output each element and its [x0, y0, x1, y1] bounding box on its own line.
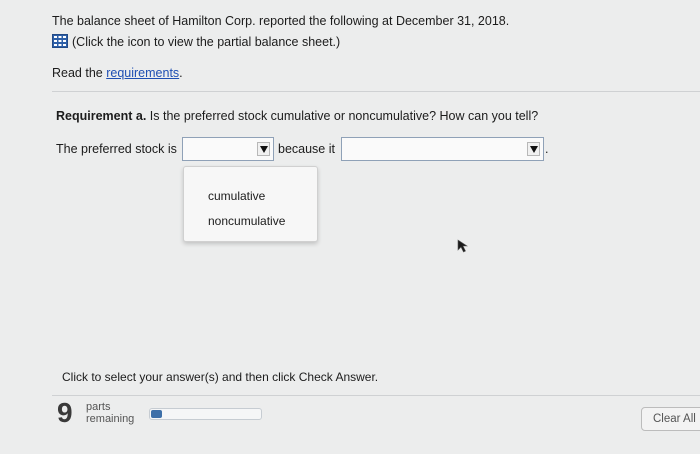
- chevron-down-icon[interactable]: [527, 142, 540, 156]
- read-suffix: .: [179, 66, 183, 80]
- divider: [52, 91, 700, 92]
- problem-intro: The balance sheet of Hamilton Corp. repo…: [52, 11, 509, 53]
- parts-progress-bar: [149, 408, 262, 420]
- read-requirements-line: Read the requirements.: [52, 66, 183, 80]
- stock-type-dropdown-menu: cumulative noncumulative: [183, 166, 318, 242]
- stock-type-select[interactable]: [182, 137, 274, 161]
- answer-end: .: [545, 142, 549, 156]
- clear-all-button[interactable]: Clear All: [641, 407, 700, 431]
- problem-statement: The balance sheet of Hamilton Corp. repo…: [52, 14, 510, 28]
- reason-select[interactable]: [341, 137, 544, 161]
- parts-label-line2: remaining: [86, 413, 135, 425]
- balance-sheet-link-text: (Click the icon to view the partial bala…: [72, 35, 341, 49]
- requirement-question: Requirement a. Is the preferred stock cu…: [56, 109, 538, 123]
- requirements-link[interactable]: requirements: [106, 66, 179, 80]
- parts-remaining-count: 9: [57, 397, 73, 428]
- dropdown-option-noncumulative[interactable]: noncumulative: [208, 214, 285, 228]
- dropdown-option-cumulative[interactable]: cumulative: [208, 189, 265, 203]
- requirement-text: Is the preferred stock cumulative or non…: [146, 109, 539, 123]
- mouse-pointer-icon: [457, 239, 469, 258]
- chevron-down-icon[interactable]: [257, 142, 270, 156]
- balance-sheet-link-row[interactable]: (Click the icon to view the partial bala…: [52, 32, 509, 53]
- footer-instruction: Click to select your answer(s) and then …: [62, 370, 379, 384]
- answer-middle: because it: [278, 142, 335, 156]
- parts-label-line1: parts: [86, 401, 111, 413]
- calculator-grid-icon[interactable]: [52, 34, 68, 48]
- read-prefix: Read the: [52, 66, 107, 80]
- answer-row: The preferred stock is because it .: [56, 137, 696, 163]
- footer-divider: [52, 395, 700, 396]
- requirement-label: Requirement a.: [56, 109, 147, 123]
- parts-remaining-label: parts remaining: [86, 401, 134, 425]
- parts-progress-fill: [151, 410, 163, 418]
- answer-prefix: The preferred stock is: [56, 142, 177, 156]
